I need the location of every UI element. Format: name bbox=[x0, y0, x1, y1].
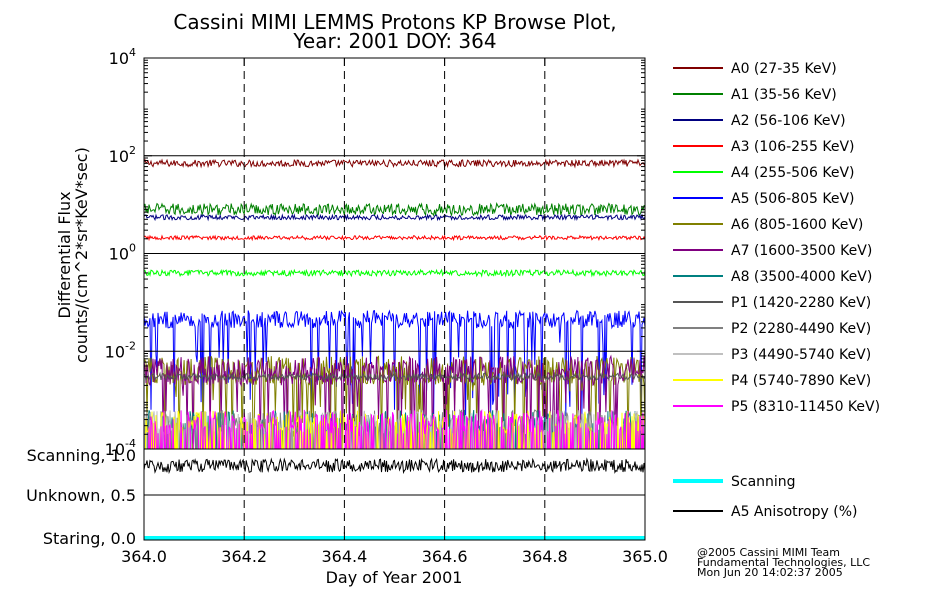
footer-credit-line3: Mon Jun 20 14:02:37 2005 bbox=[697, 566, 843, 579]
legend-label: P3 (4490-5740 KeV) bbox=[731, 347, 871, 363]
anisotropy-panel-series bbox=[143, 457, 646, 540]
legend-label: A8 (3500-4000 KeV) bbox=[731, 269, 872, 285]
chart-subtitle: Year: 2001 DOY: 364 bbox=[292, 29, 496, 53]
legend-label: A7 (1600-3500 KeV) bbox=[731, 243, 872, 259]
y-tick-label: 104 bbox=[109, 46, 136, 68]
x-tick-label: 364.6 bbox=[422, 547, 468, 566]
flux-series bbox=[144, 158, 645, 449]
legend-label: A4 (255-506 KeV) bbox=[731, 165, 854, 181]
legend-label: P4 (5740-7890 KeV) bbox=[731, 373, 871, 389]
axes: 10410210010-210-4Scanning, 1.0Unknown, 0… bbox=[26, 46, 668, 566]
legend-label: A2 (56-106 KeV) bbox=[731, 113, 846, 129]
legend-label: A1 (35-56 KeV) bbox=[731, 87, 837, 103]
x-tick-label: 364.4 bbox=[321, 547, 367, 566]
legend-label: A0 (27-35 KeV) bbox=[731, 61, 837, 77]
legend-label: P1 (1420-2280 KeV) bbox=[731, 295, 871, 311]
legend-label: A5 Anisotropy (%) bbox=[731, 504, 858, 520]
x-tick-label: 365.0 bbox=[622, 547, 668, 566]
x-tick-label: 364.2 bbox=[221, 547, 267, 566]
legend: A0 (27-35 KeV) A1 (35-56 KeV) A2 (56-106 K… bbox=[673, 61, 880, 520]
legend-label: P2 (2280-4490 KeV) bbox=[731, 321, 871, 337]
y-tick-label: 102 bbox=[109, 144, 136, 166]
series-line-a4 bbox=[144, 268, 645, 278]
lower-series-a5-anisotropy bbox=[143, 457, 646, 475]
legend-label: A3 (106-255 KeV) bbox=[731, 139, 854, 155]
lower-y-tick-label: Unknown, 0.5 bbox=[26, 486, 136, 505]
series-line-a0 bbox=[144, 158, 645, 169]
legend-label: A5 (506-805 KeV) bbox=[731, 191, 854, 207]
y-axis-label: Differential Flux counts/(cm^2*sr*KeV*se… bbox=[55, 147, 91, 363]
x-tick-label: 364.8 bbox=[522, 547, 568, 566]
browse-plot: Cassini MIMI LEMMS Protons KP Browse Plo… bbox=[26, 10, 880, 587]
series-line-a2 bbox=[144, 213, 645, 222]
x-axis-label: Day of Year 2001 bbox=[326, 568, 463, 587]
y-tick-label: 100 bbox=[109, 242, 136, 264]
lower-y-tick-label: Staring, 0.0 bbox=[43, 529, 136, 548]
legend-label: Scanning bbox=[731, 474, 796, 490]
legend-label: A6 (805-1600 KeV) bbox=[731, 217, 863, 233]
lower-y-tick-label: Scanning, 1.0 bbox=[27, 446, 136, 465]
series-line-a3 bbox=[144, 234, 645, 242]
y-axis-label-line2: counts/(cm^2*sr*KeV*sec) bbox=[72, 147, 91, 363]
y-tick-label: 10-2 bbox=[105, 339, 136, 361]
series-line-a1 bbox=[144, 201, 645, 217]
x-tick-label: 364.0 bbox=[121, 547, 167, 566]
legend-label: P5 (8310-11450 KeV) bbox=[731, 399, 880, 415]
